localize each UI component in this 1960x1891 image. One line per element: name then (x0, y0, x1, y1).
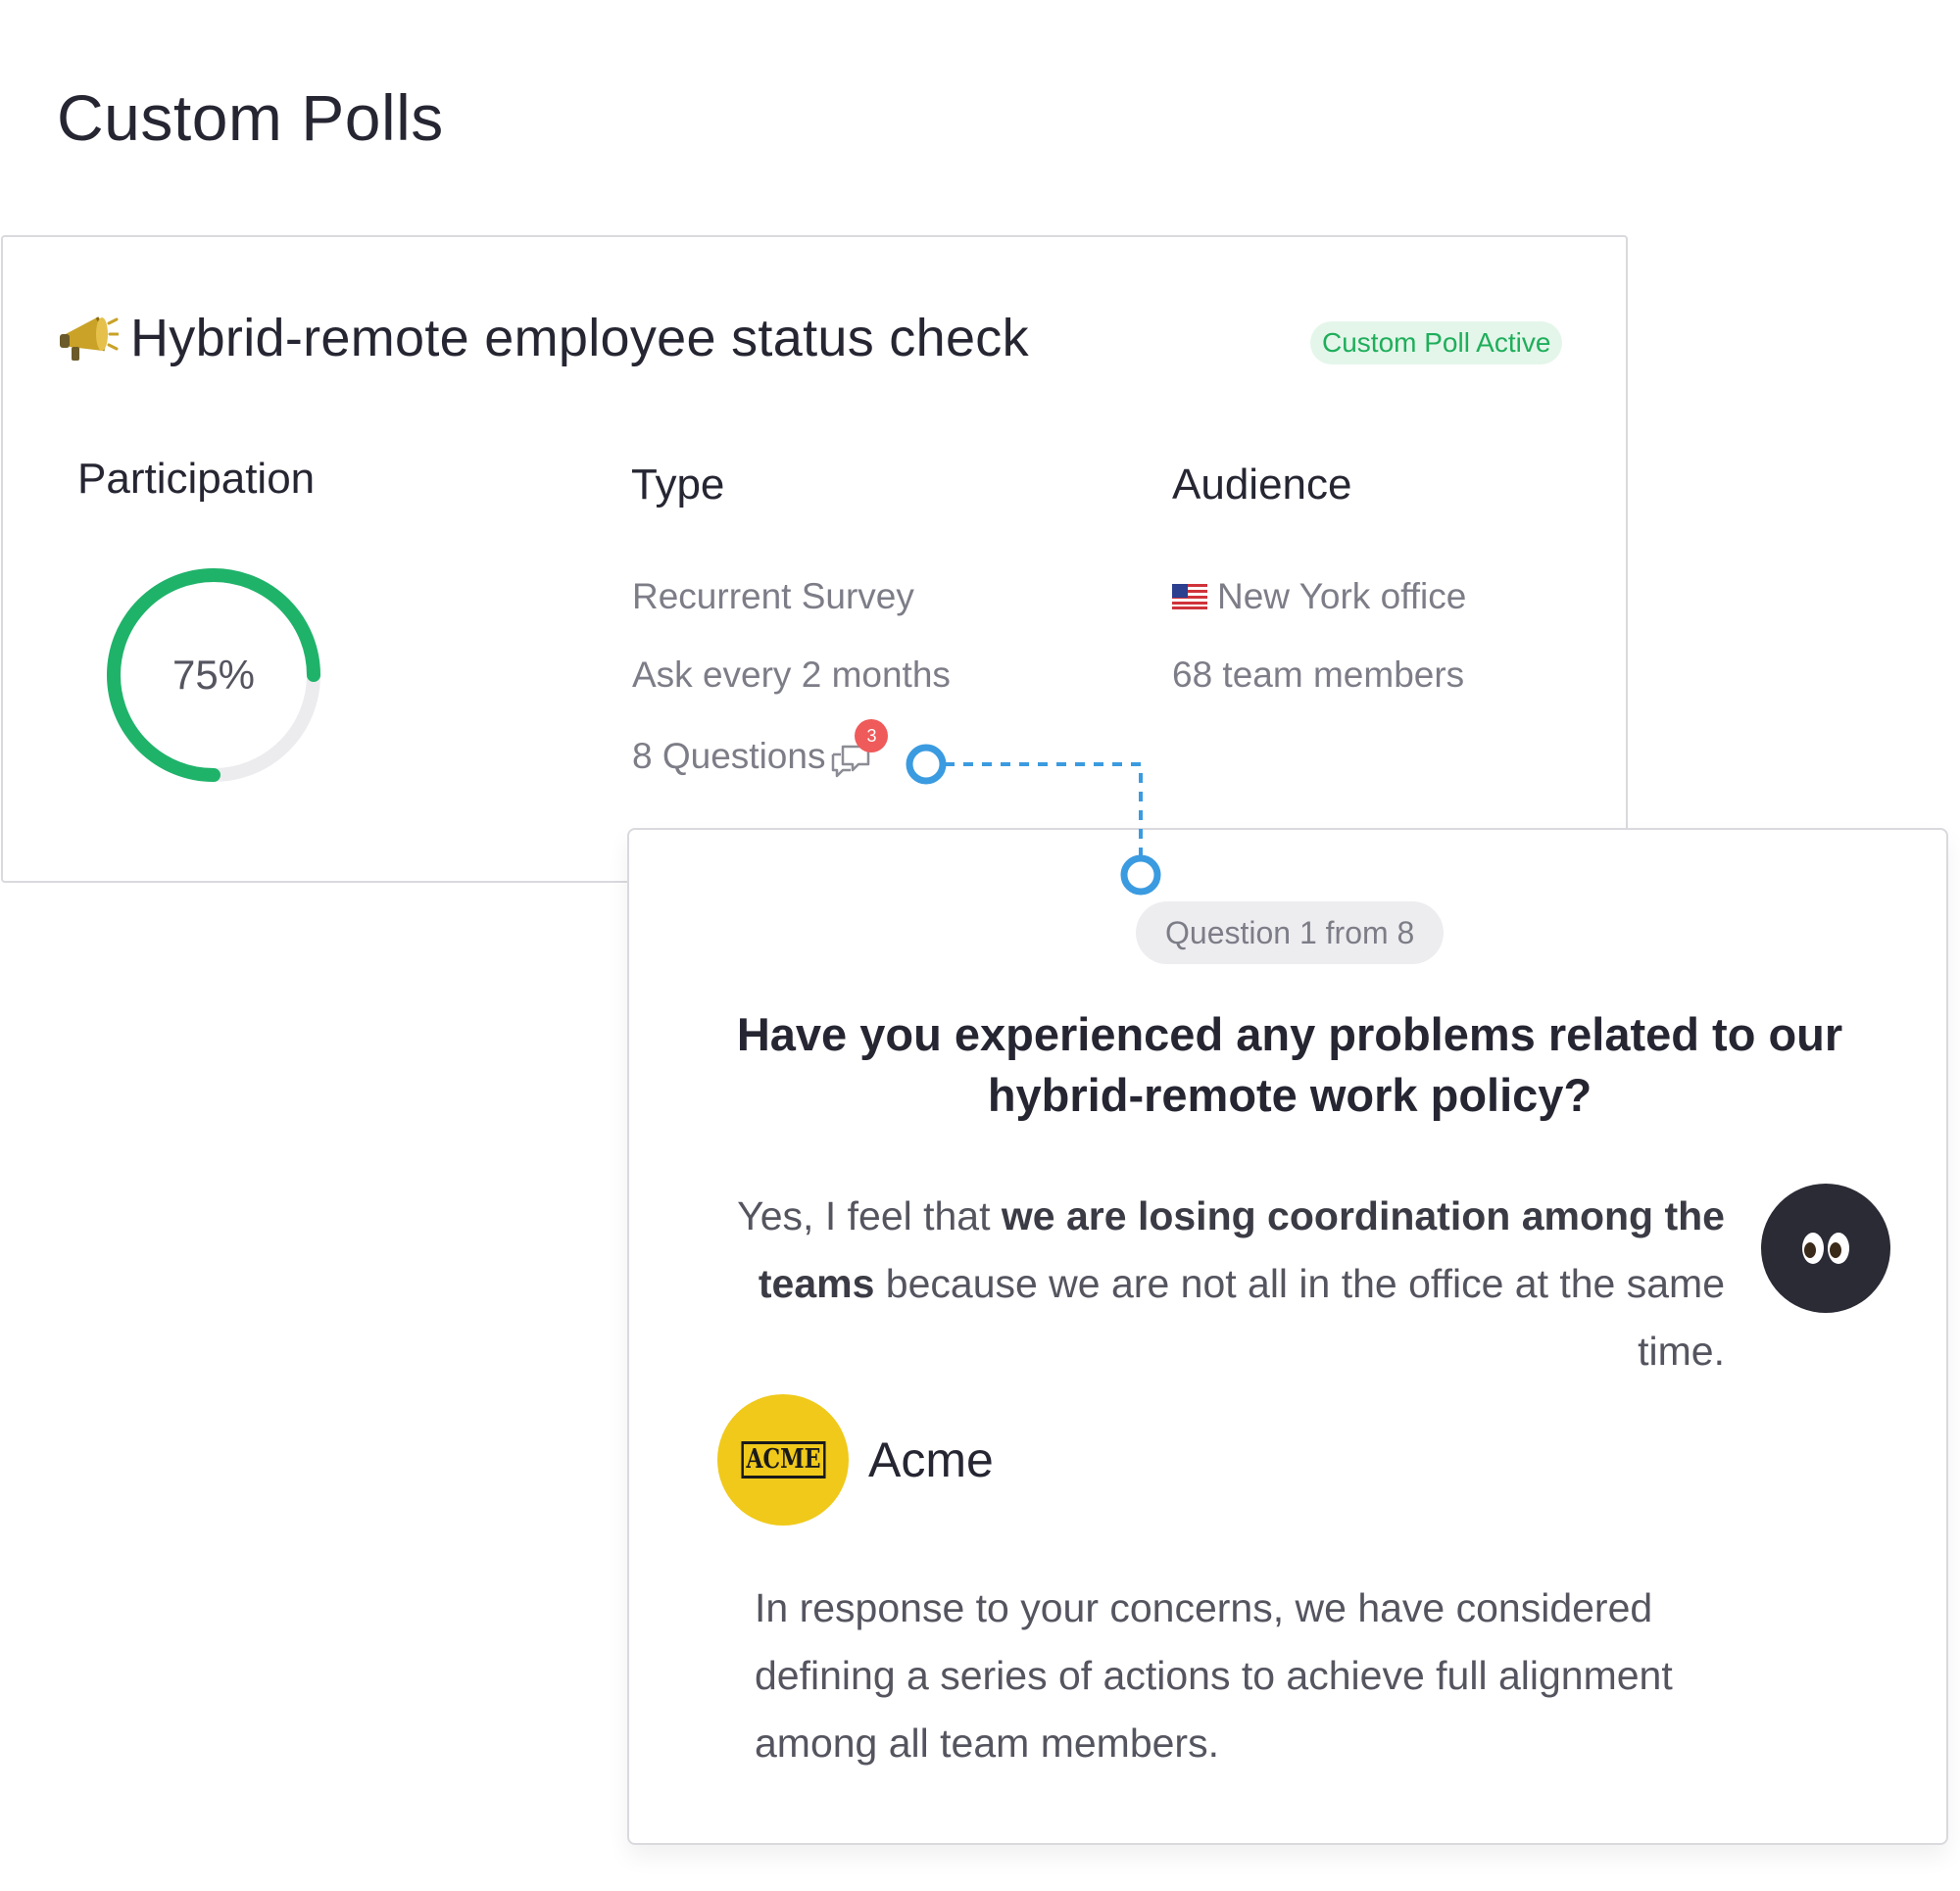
type-heading: Type (631, 461, 725, 509)
employee-answer: Yes, I feel that we are losing coordinat… (727, 1183, 1725, 1385)
company-name: Acme (868, 1432, 994, 1487)
questions-count-label: 8 Questions (632, 736, 826, 776)
answer-prefix: Yes, I feel that (737, 1193, 1002, 1238)
company-reply: In response to your concerns, we have co… (755, 1585, 1673, 1766)
unread-count-badge: 3 (855, 719, 889, 752)
company-logo-text: ACME (740, 1441, 826, 1479)
poll-title-row: Hybrid-remote employee status check (58, 308, 1029, 368)
question-text: Have you experienced any problems relate… (736, 1008, 1843, 1121)
company-reply-header: ACME Acme (717, 1394, 994, 1526)
us-flag-icon (1172, 584, 1207, 609)
anonymous-avatar (1761, 1184, 1890, 1313)
questions-count[interactable]: 8 Questions 3 (632, 719, 889, 778)
survey-frequency: Ask every 2 months (632, 655, 951, 695)
eyes-icon (1802, 1233, 1849, 1264)
question-card[interactable]: Question 1 from 8 Have you experienced a… (627, 828, 1948, 1845)
custom-polls-page: Custom Polls Hybrid-remote employee stat… (0, 0, 1960, 1891)
status-badge: Custom Poll Active (1310, 321, 1563, 364)
survey-type: Recurrent Survey (632, 576, 914, 616)
participation-value: 75% (172, 652, 256, 698)
participation-heading: Participation (77, 455, 316, 503)
chat-bubbles-icon[interactable]: 3 (829, 719, 889, 778)
megaphone-icon (60, 316, 119, 361)
audience-location: New York office (1172, 576, 1466, 617)
answer-suffix: because we are not all in the office at … (874, 1261, 1725, 1374)
poll-title: Hybrid-remote employee status check (130, 309, 1029, 367)
audience-heading: Audience (1172, 461, 1352, 509)
company-logo: ACME (717, 1394, 849, 1526)
audience-members: 68 team members (1172, 655, 1465, 695)
question-progress: Question 1 from 8 (1136, 901, 1445, 964)
poll-card[interactable]: Hybrid-remote employee status check Cust… (1, 235, 1628, 883)
audience-location-label: New York office (1217, 576, 1467, 616)
page-title: Custom Polls (57, 81, 444, 154)
